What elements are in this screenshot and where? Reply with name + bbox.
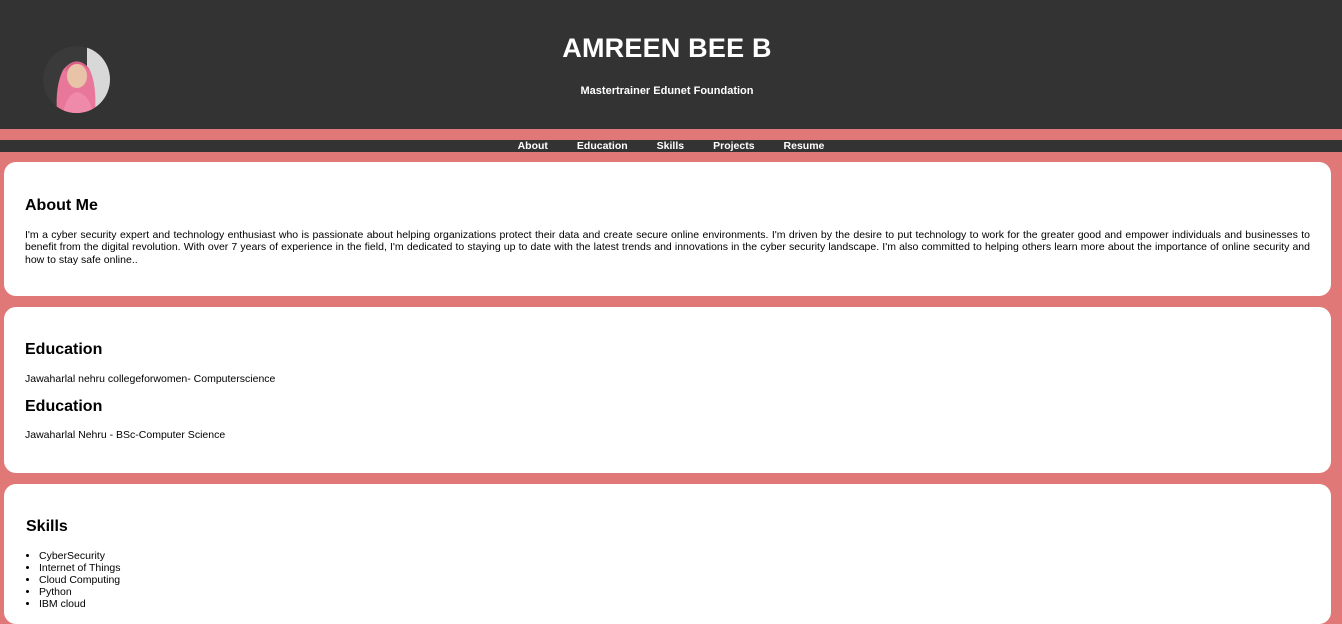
nav-link-resume[interactable]: Resume (769, 140, 839, 152)
skills-list: CyberSecurity Internet of Things Cloud C… (26, 550, 121, 610)
main-nav: About Education Skills Projects Resume (0, 140, 1342, 152)
skill-item: IBM cloud (39, 598, 121, 610)
about-section: About Me I'm a cyber security expert and… (4, 162, 1331, 296)
about-text: I'm a cyber security expert and technolo… (25, 229, 1310, 266)
skills-section: Skills CyberSecurity Internet of Things … (4, 484, 1331, 624)
about-heading: About Me (25, 197, 98, 214)
education-heading: Education (25, 341, 103, 358)
nav-link-skills[interactable]: Skills (642, 140, 698, 152)
education-entry: Jawaharlal nehru collegeforwomen- Comput… (25, 373, 276, 385)
education-entry: Jawaharlal Nehru - BSc-Computer Science (25, 429, 226, 441)
skill-item: Internet of Things (39, 562, 121, 574)
site-header: AMREEN BEE B Mastertrainer Edunet Founda… (0, 0, 1342, 129)
skill-item: Cloud Computing (39, 574, 121, 586)
page-title: AMREEN BEE B (562, 33, 772, 63)
education-heading: Education (25, 398, 103, 415)
education-section: Education Jawaharlal nehru collegeforwom… (4, 307, 1331, 473)
nav-link-education[interactable]: Education (562, 140, 642, 152)
skill-item: Python (39, 586, 121, 598)
header-subtitle: Mastertrainer Edunet Foundation (580, 85, 754, 97)
nav-link-projects[interactable]: Projects (699, 140, 769, 152)
nav-link-about[interactable]: About (503, 140, 562, 152)
skills-heading: Skills (26, 518, 68, 535)
skill-item: CyberSecurity (39, 550, 121, 562)
